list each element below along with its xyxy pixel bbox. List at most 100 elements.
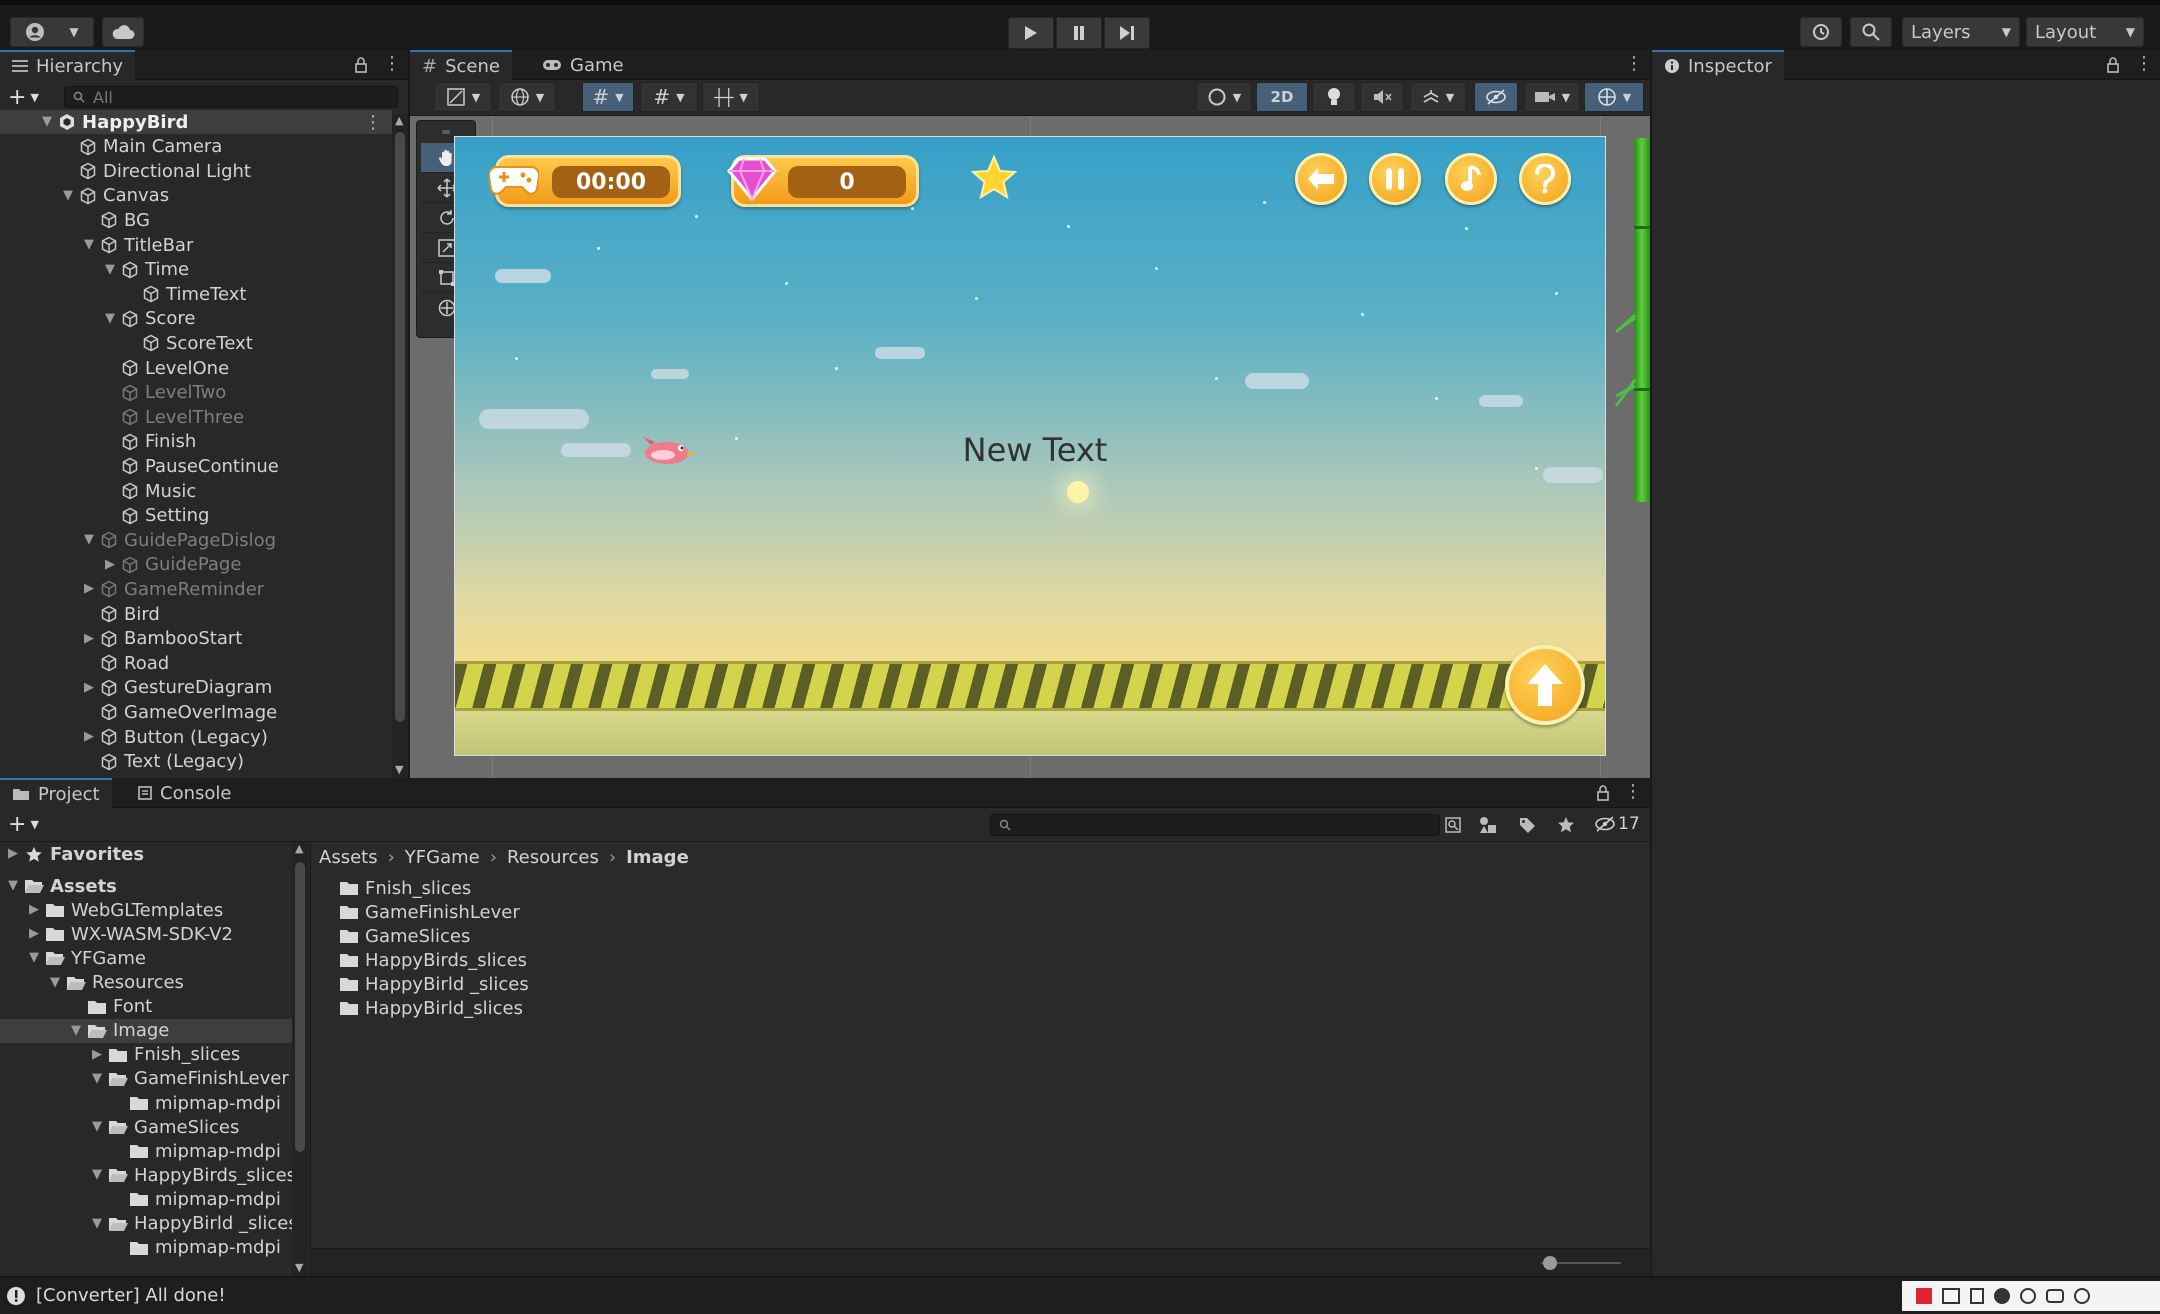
tab-inspector[interactable]: Inspector bbox=[1652, 50, 1784, 80]
create-asset-button[interactable]: + ▼ bbox=[8, 812, 39, 837]
hierarchy-item[interactable]: Text (Legacy) bbox=[0, 750, 392, 774]
more-icon[interactable]: ⋮ bbox=[1625, 53, 1643, 74]
hierarchy-item[interactable]: Bird bbox=[0, 602, 392, 626]
expand-right-icon[interactable]: ▶ bbox=[90, 1047, 104, 1062]
project-tree-item[interactable]: mipmap-mdpi bbox=[0, 1091, 292, 1115]
tray-moon-icon[interactable] bbox=[1994, 1288, 2010, 1304]
scroll-down-icon[interactable]: ▼ bbox=[395, 763, 403, 776]
project-tree-item[interactable]: ▼ Image bbox=[0, 1018, 292, 1043]
hierarchy-item[interactable]: Road bbox=[0, 651, 392, 675]
music-button[interactable] bbox=[1445, 153, 1497, 205]
hierarchy-item[interactable]: Directional Light bbox=[0, 159, 392, 183]
expand-down-icon[interactable]: ▼ bbox=[40, 115, 54, 129]
file-list-item[interactable]: HappyBirds_slices bbox=[339, 948, 527, 972]
lock-icon[interactable] bbox=[2106, 57, 2120, 73]
expand-down-icon[interactable]: ▼ bbox=[61, 188, 75, 203]
more-icon[interactable]: ⋮ bbox=[383, 53, 401, 74]
help-button[interactable] bbox=[1519, 153, 1571, 205]
expand-down-icon[interactable]: ▼ bbox=[82, 533, 96, 547]
hierarchy-item[interactable]: ▶ GuidePage bbox=[0, 553, 392, 577]
scroll-up-icon[interactable]: ▲ bbox=[295, 842, 303, 855]
file-list-item[interactable]: Fnish_slices bbox=[339, 876, 471, 900]
project-tree-item[interactable]: ▶ WebGLTemplates bbox=[0, 898, 292, 922]
expand-right-icon[interactable]: ▶ bbox=[82, 680, 96, 695]
expand-right-icon[interactable]: ▶ bbox=[82, 631, 96, 646]
tab-project[interactable]: Project bbox=[0, 778, 112, 808]
hidden-packages-button[interactable]: 17 bbox=[1594, 814, 1640, 834]
project-tree-item[interactable]: ▼ YFGame bbox=[0, 946, 292, 970]
hierarchy-item[interactable]: Finish bbox=[0, 430, 392, 454]
global-button[interactable]: ▼ bbox=[498, 82, 556, 112]
breadcrumb-item[interactable]: YFGame bbox=[405, 847, 480, 868]
hierarchy-item[interactable]: ▼ Score bbox=[0, 307, 392, 331]
gizmos-button[interactable]: ▼ bbox=[1584, 82, 1644, 112]
grid-snap-button[interactable]: # ▼ bbox=[582, 82, 634, 112]
status-message[interactable]: [Converter] All done! bbox=[36, 1285, 226, 1306]
tray-lock-icon[interactable] bbox=[1970, 1288, 1984, 1304]
expand-right-icon[interactable]: ▶ bbox=[27, 927, 41, 941]
expand-down-icon[interactable]: ▼ bbox=[27, 951, 41, 965]
project-tree-item[interactable]: ▼ HappyBirld _slices bbox=[0, 1212, 292, 1236]
expand-down-icon[interactable]: ▼ bbox=[90, 1168, 104, 1182]
expand-down-icon[interactable]: ▼ bbox=[90, 1216, 104, 1231]
hierarchy-item[interactable]: GameOverImage bbox=[0, 700, 392, 724]
hierarchy-item[interactable]: ▼ Canvas bbox=[0, 184, 392, 208]
pause-button[interactable] bbox=[1056, 17, 1102, 49]
scroll-down-icon[interactable]: ▼ bbox=[295, 1261, 303, 1274]
more-icon[interactable]: ⋮ bbox=[1624, 781, 1642, 802]
render-mode-button[interactable]: ▼ bbox=[1196, 82, 1252, 112]
expand-down-icon[interactable]: ▼ bbox=[103, 311, 117, 326]
breadcrumb-item[interactable]: Assets bbox=[319, 847, 378, 868]
expand-right-icon[interactable]: ▶ bbox=[82, 730, 96, 744]
hierarchy-item[interactable]: Music bbox=[0, 479, 392, 503]
hierarchy-item[interactable]: LevelThree bbox=[0, 405, 392, 429]
tray-settings-icon[interactable] bbox=[2020, 1288, 2036, 1304]
expand-down-icon[interactable]: ▼ bbox=[69, 1023, 83, 1038]
expand-down-icon[interactable]: ▼ bbox=[103, 262, 117, 277]
history-button[interactable] bbox=[1800, 17, 1842, 47]
project-tree-item[interactable]: ▼ Resources bbox=[0, 971, 292, 995]
tab-console[interactable]: Console bbox=[126, 778, 243, 808]
back-button[interactable] bbox=[1295, 153, 1347, 205]
account-button[interactable]: ▼ bbox=[10, 17, 94, 47]
hierarchy-item[interactable]: ▶ GestureDiagram bbox=[0, 676, 392, 700]
toggle-2d-button[interactable]: 2D bbox=[1256, 82, 1308, 112]
tray-app-icon[interactable] bbox=[1916, 1288, 1932, 1304]
tray-check-icon[interactable] bbox=[2074, 1288, 2090, 1304]
cloud-button[interactable] bbox=[102, 17, 144, 47]
lock-icon[interactable] bbox=[1596, 785, 1610, 801]
expand-right-icon[interactable]: ▶ bbox=[27, 903, 41, 917]
hierarchy-scroll-thumb[interactable] bbox=[395, 132, 405, 722]
project-tree-item[interactable]: mipmap-mdpi bbox=[0, 1187, 292, 1211]
step-button[interactable] bbox=[1104, 17, 1150, 49]
hierarchy-item[interactable]: ▼ TitleBar bbox=[0, 233, 392, 257]
expand-right-icon[interactable]: ▶ bbox=[82, 582, 96, 596]
play-button[interactable] bbox=[1008, 17, 1054, 49]
project-search-field[interactable] bbox=[990, 814, 1440, 836]
hierarchy-item[interactable]: Setting bbox=[0, 504, 392, 528]
project-tree-item[interactable]: ▼ GameFinishLever bbox=[0, 1067, 292, 1091]
expand-down-icon[interactable]: ▼ bbox=[82, 238, 96, 252]
tag-icon[interactable] bbox=[1518, 816, 1536, 834]
audio-button[interactable] bbox=[1360, 82, 1404, 112]
search-button[interactable] bbox=[1850, 17, 1892, 47]
search-scope-icon[interactable] bbox=[1444, 816, 1462, 834]
project-tree-item[interactable]: ▼ Assets bbox=[0, 874, 292, 898]
hierarchy-item[interactable]: LevelTwo bbox=[0, 381, 392, 405]
more-icon[interactable]: ⋮ bbox=[2135, 53, 2153, 74]
star-icon[interactable] bbox=[1557, 816, 1575, 834]
expand-down-icon[interactable]: ▼ bbox=[90, 1120, 104, 1134]
breadcrumb-item[interactable]: Resources bbox=[507, 847, 599, 868]
expand-down-icon[interactable]: ▼ bbox=[90, 1071, 104, 1086]
lighting-button[interactable] bbox=[1312, 82, 1356, 112]
pause-game-button[interactable] bbox=[1369, 153, 1421, 205]
grid-visibility-button[interactable]: # ▼ bbox=[640, 82, 698, 112]
draw-mode-button[interactable]: ▼ bbox=[434, 82, 492, 112]
file-list-item[interactable]: HappyBirld _slices bbox=[339, 972, 529, 996]
tray-keyboard-icon[interactable] bbox=[1942, 1288, 1960, 1304]
hierarchy-item[interactable]: ▶ BambooStart bbox=[0, 627, 392, 651]
tab-hierarchy[interactable]: Hierarchy bbox=[0, 50, 136, 80]
filter-type-icon[interactable] bbox=[1478, 816, 1498, 834]
scroll-up-icon[interactable]: ▲ bbox=[395, 114, 403, 127]
tray-chat-icon[interactable] bbox=[2046, 1289, 2064, 1303]
